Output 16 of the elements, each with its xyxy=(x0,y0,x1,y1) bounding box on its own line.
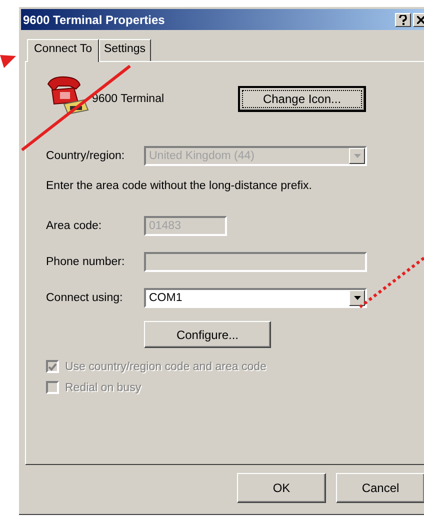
dropdown[interactable]: COM1 xyxy=(144,288,367,308)
tab[interactable]: Settings xyxy=(98,39,151,61)
change-icon-button[interactable]: Change Icon... xyxy=(238,86,366,112)
checkbox-label: Redial on busy xyxy=(65,382,142,394)
cancel-button[interactable]: Cancel xyxy=(336,473,424,503)
device-name: 9600 Terminal xyxy=(92,93,166,105)
configure-button[interactable]: Configure... xyxy=(144,321,271,348)
window-title: 9600 Terminal Properties xyxy=(23,12,166,26)
checkbox-label: Use country/region code and area code xyxy=(65,360,266,372)
field-label: Country/region: xyxy=(46,150,126,162)
hint-text: Enter the area code without the long-distance prefix. xyxy=(46,180,313,194)
field-label: Phone number: xyxy=(46,256,126,268)
tab[interactable]: Connect To xyxy=(27,39,99,62)
ok-button[interactable]: OK xyxy=(237,473,326,503)
field-label: Connect using: xyxy=(46,292,124,304)
field-label: Area code: xyxy=(46,220,103,232)
